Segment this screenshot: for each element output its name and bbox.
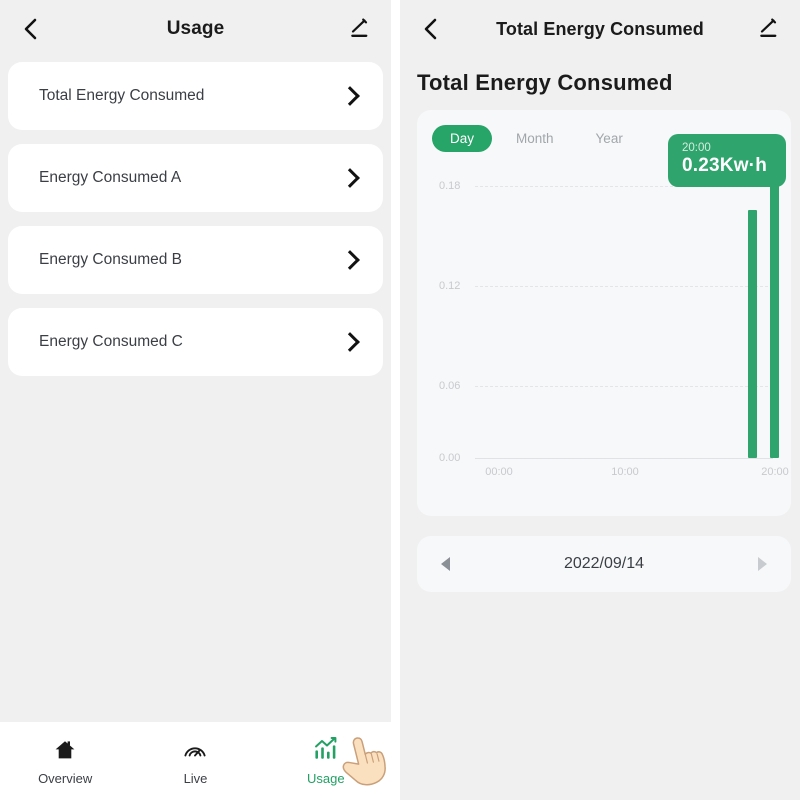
chevron-right-icon <box>340 250 360 270</box>
tab-overview[interactable]: Overview <box>0 722 130 800</box>
y-tick-label: 0.06 <box>439 380 461 392</box>
usage-list: Total Energy Consumed Energy Consumed A … <box>0 58 391 376</box>
triangle-left-icon <box>441 557 450 571</box>
list-item-label: Total Energy Consumed <box>39 87 205 104</box>
total-energy-detail-screen: Total Energy Consumed Total Energy Consu… <box>400 0 800 800</box>
x-tick-label: 00:00 <box>485 466 513 478</box>
panel-divider <box>391 0 400 800</box>
chart-tooltip: 20:00 0.23Kw·h <box>668 134 786 187</box>
tab-live[interactable]: Live <box>130 722 260 800</box>
tab-label: Usage <box>307 771 345 786</box>
y-tick-label: 0.12 <box>439 280 461 292</box>
pencil-edit-icon[interactable] <box>347 16 373 42</box>
x-axis-line <box>475 458 773 459</box>
gridline-006 <box>475 386 773 387</box>
gauge-icon <box>182 736 208 762</box>
back-icon[interactable] <box>418 16 444 42</box>
list-item-total-energy-consumed[interactable]: Total Energy Consumed <box>8 62 383 130</box>
bar-chart-plot: 0.18 0.12 0.06 0.00 00:00 10:00 20:00 20… <box>427 134 789 488</box>
back-icon[interactable] <box>18 16 44 42</box>
prev-date-button[interactable] <box>441 557 450 571</box>
range-tab-month[interactable]: Month <box>498 125 572 152</box>
list-item-label: Energy Consumed A <box>39 169 182 186</box>
chevron-right-icon <box>340 332 360 352</box>
left-navbar: Usage <box>0 0 391 58</box>
range-tab-year[interactable]: Year <box>578 125 641 152</box>
pencil-edit-icon[interactable] <box>756 16 782 42</box>
list-item-energy-consumed-a[interactable]: Energy Consumed A <box>8 144 383 212</box>
next-date-button[interactable] <box>757 557 767 571</box>
bar-chart-trend-icon <box>313 736 339 762</box>
home-icon <box>53 736 77 762</box>
section-heading: Total Energy Consumed <box>417 70 673 95</box>
tab-usage[interactable]: Usage <box>261 722 391 800</box>
x-tick-label: 20:00 <box>761 466 789 478</box>
bar-20-00[interactable] <box>770 188 779 458</box>
app-root: Usage Total Energy Consumed Energy Consu… <box>0 0 800 800</box>
tooltip-time-label: 20:00 <box>682 142 711 154</box>
gridline-012 <box>475 286 773 287</box>
bottom-tab-bar: Overview Live Usage <box>0 722 391 800</box>
chevron-right-icon <box>340 168 360 188</box>
range-tab-day[interactable]: Day <box>432 125 493 152</box>
y-tick-label: 0.18 <box>439 180 461 192</box>
triangle-right-icon <box>757 557 767 571</box>
list-item-label: Energy Consumed C <box>39 333 183 350</box>
date-selector: 2022/09/14 <box>417 536 791 592</box>
energy-chart-card: Day Month Year 0.18 0.12 0.06 0.00 00:00 <box>417 110 791 516</box>
bar-19-00[interactable] <box>748 210 757 458</box>
tab-label: Live <box>183 771 208 786</box>
list-item-energy-consumed-c[interactable]: Energy Consumed C <box>8 308 383 376</box>
list-item-energy-consumed-b[interactable]: Energy Consumed B <box>8 226 383 294</box>
tooltip-value-label: 0.23Kw·h <box>682 155 768 176</box>
chevron-right-icon <box>340 86 360 106</box>
usage-list-screen: Usage Total Energy Consumed Energy Consu… <box>0 0 391 800</box>
y-tick-label: 0.00 <box>439 452 461 464</box>
tab-label: Overview <box>38 771 93 786</box>
page-title: Total Energy Consumed <box>496 18 704 39</box>
x-tick-label: 10:00 <box>611 466 639 478</box>
list-item-label: Energy Consumed B <box>39 251 183 268</box>
selected-date: 2022/09/14 <box>563 555 645 572</box>
tooltip-stem <box>770 186 779 218</box>
page-title: Usage <box>166 18 225 39</box>
right-navbar: Total Energy Consumed <box>400 0 800 58</box>
